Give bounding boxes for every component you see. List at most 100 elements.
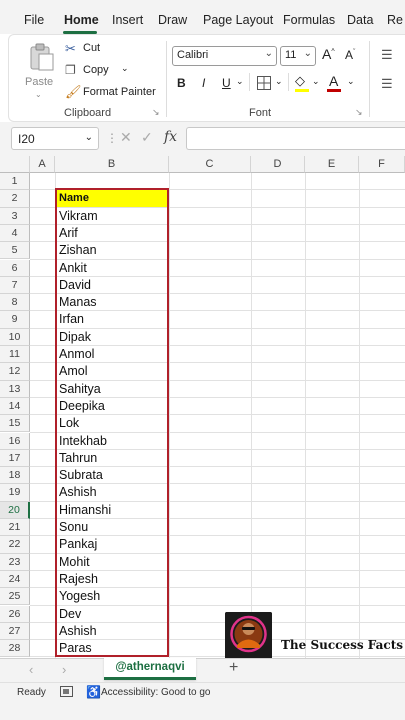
row-header[interactable]: 26 [0,605,30,623]
column-gridline [359,173,360,658]
chevron-down-icon[interactable]: ⌄ [236,76,244,87]
dialog-launcher-icon[interactable]: ↘ [355,107,363,118]
accessibility-icon[interactable]: ♿ [86,685,101,699]
row-header[interactable]: 24 [0,570,30,589]
row-header[interactable]: 22 [0,536,30,554]
align-top-icon[interactable]: ☰ [381,47,393,63]
sheet-tab-active[interactable]: @athernaqvi [104,658,196,680]
row-header[interactable]: 13 [0,380,30,398]
bold-button[interactable]: B [177,76,186,90]
name-box[interactable]: I20 ⌄ [11,127,99,150]
tab-page-layout[interactable]: Page Layout [203,13,273,27]
ready-status: Ready [17,687,46,698]
font-color-button[interactable]: A [329,73,338,89]
underline-button[interactable]: U [222,76,231,90]
tab-home[interactable]: Home [64,13,99,27]
format-painter-button[interactable]: 🖌 Format Painter [65,84,165,103]
borders-icon[interactable] [256,75,272,91]
tab-data[interactable]: Data [347,13,373,27]
column-header-d[interactable]: D [251,156,305,173]
row-header[interactable]: 9 [0,311,30,329]
cancel-icon[interactable]: ✕ [120,129,132,146]
decrease-font-size-icon[interactable]: Aˇ [345,48,355,62]
row-header[interactable]: 23 [0,553,30,571]
chevron-down-icon[interactable]: ⌄ [347,76,355,87]
fill-color-swatch [295,89,309,92]
copy-button[interactable]: ❐ Copy ⌄ [65,63,145,81]
row-header[interactable]: 2 [0,190,30,208]
row-header[interactable]: 25 [0,588,30,606]
column-header-c[interactable]: C [169,156,251,173]
macro-record-icon[interactable] [60,686,73,698]
accessibility-status[interactable]: Accessibility: Good to go [101,687,211,698]
row-header[interactable]: 10 [0,328,30,346]
row-header[interactable]: 16 [0,432,30,450]
row-header[interactable]: 28 [0,640,30,658]
scissors-icon: ✂ [65,41,76,56]
copy-icon: ❐ [65,63,76,77]
row-header[interactable]: 4 [0,224,30,243]
names-range-border [55,188,169,657]
copy-label: Copy [83,64,109,76]
row-header[interactable]: 6 [0,259,30,277]
row-header[interactable]: 7 [0,276,30,295]
row-header[interactable]: 3 [0,207,30,225]
watermark-text: The Success Facts [281,638,404,652]
group-divider [369,41,370,117]
row-header[interactable]: 12 [0,363,30,381]
tab-formulas[interactable]: Formulas [283,13,335,27]
worksheet-grid[interactable]: A B C D E F 1 2 3 4 5 6 7 8 9 10 11 12 13 14 15 16 17 18 1… [0,156,405,658]
column-header-b[interactable]: B [55,156,169,173]
column-header-a[interactable]: A [30,156,55,173]
chevron-down-icon: ⌄ [84,132,93,143]
previous-sheet-icon[interactable]: ‹ [29,662,33,677]
font-color-swatch [327,89,341,92]
chevron-down-icon[interactable]: ⌄ [275,76,283,87]
column-header-e[interactable]: E [305,156,359,173]
column-header-f[interactable]: F [359,156,405,173]
dialog-launcher-icon[interactable]: ↘ [152,107,160,118]
row-header[interactable]: 11 [0,346,30,364]
tab-insert[interactable]: Insert [112,13,143,27]
chevron-down-icon[interactable]: ⌄ [121,63,129,74]
chevron-down-icon[interactable]: ⌄ [35,90,42,99]
add-sheet-button[interactable]: + [229,659,238,677]
insert-function-button[interactable]: fx [164,129,177,145]
row-header[interactable]: 21 [0,519,30,537]
row-header[interactable]: 18 [0,467,30,485]
paste-label: Paste [25,76,54,88]
increase-font-size-icon[interactable]: A^ [322,46,335,62]
select-all-corner[interactable] [0,156,30,173]
column-gridline [251,173,252,658]
row-header[interactable]: 20 [0,501,30,519]
fill-color-icon[interactable]: ◇ [295,73,305,89]
menu-bar: File Home Insert Draw Page Layout Formul… [0,0,405,34]
row-header[interactable]: 15 [0,415,30,433]
formula-bar: I20 ⌄ ⋮ ✕ ✓ fx [0,122,405,156]
font-name-select[interactable]: Calibri ⌄ [172,46,277,66]
row-header[interactable]: 19 [0,484,30,502]
paintbrush-icon: 🖌 [65,84,82,99]
row-header[interactable]: 17 [0,449,30,468]
tab-draw[interactable]: Draw [158,13,187,27]
column-gridline [305,173,306,658]
row-header[interactable]: 1 [0,173,30,191]
chevron-down-icon[interactable]: ⌄ [312,76,320,87]
group-divider [166,41,167,117]
tab-file[interactable]: File [24,13,44,27]
row-header[interactable]: 8 [0,294,30,312]
formula-input[interactable] [186,127,405,150]
row-header[interactable]: 5 [0,242,30,260]
more-options-icon[interactable]: ⋮ [106,131,118,145]
row-header[interactable]: 14 [0,397,30,416]
italic-button[interactable]: I [202,76,205,90]
row-header[interactable]: 27 [0,622,30,641]
next-sheet-icon[interactable]: › [62,662,66,677]
chevron-down-icon: ⌄ [264,48,273,59]
paste-button[interactable]: Paste ⌄ [21,40,61,102]
font-size-select[interactable]: 11 ⌄ [280,46,316,66]
cut-button[interactable]: ✂ Cut [65,41,165,59]
enter-icon[interactable]: ✓ [141,129,153,146]
tab-review[interactable]: Re [387,13,403,27]
align-left-icon[interactable]: ☰ [381,76,393,92]
